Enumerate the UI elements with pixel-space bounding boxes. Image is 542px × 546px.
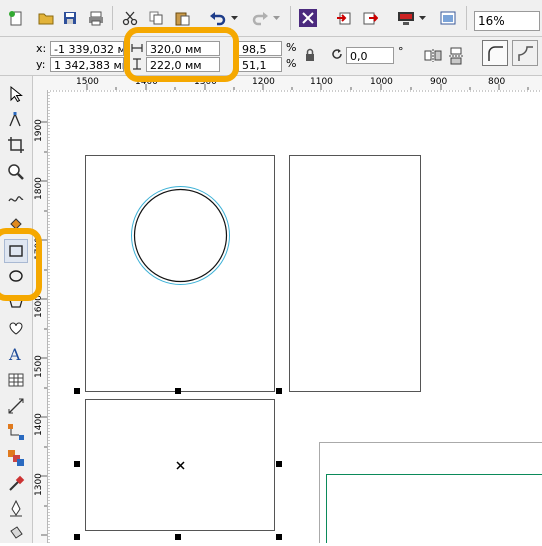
app-launcher-icon[interactable]: [438, 8, 458, 28]
pick-tool-icon[interactable]: [4, 82, 28, 106]
search-content-icon[interactable]: [298, 8, 318, 28]
horizontal-ruler-ticks: [86, 84, 529, 90]
toolbar-separator: [290, 6, 291, 30]
toolbox: A: [0, 76, 33, 543]
corner-rounding-button[interactable]: [482, 40, 508, 66]
undo-dropdown-icon[interactable]: [230, 8, 240, 28]
svg-text:A: A: [8, 345, 21, 363]
basic-shapes-tool-icon[interactable]: [4, 316, 28, 340]
table-tool-icon[interactable]: [4, 368, 28, 392]
y-label: y:: [36, 58, 46, 71]
mirror-horizontal-icon[interactable]: [424, 47, 442, 66]
drawing-canvas[interactable]: [48, 90, 542, 543]
shape-tools-highlight: [0, 228, 42, 301]
freehand-tool-icon[interactable]: [4, 186, 28, 210]
property-bar: x: -1 339,032 мм y: 1 342,383 мм 320,0 м…: [0, 37, 542, 76]
scale-height-field[interactable]: 51,1: [238, 57, 282, 72]
new-document-icon[interactable]: [6, 8, 26, 28]
y-position-field[interactable]: 1 342,383 мм: [50, 57, 124, 72]
rotation-angle-field[interactable]: 0,0: [346, 47, 394, 64]
selection-handle[interactable]: [276, 534, 282, 540]
mirror-vertical-icon[interactable]: [448, 47, 464, 68]
vertical-ruler[interactable]: 1900 1800 1700 1600 1500 1400 1300: [33, 90, 48, 543]
x-position-field[interactable]: -1 339,032 мм: [50, 41, 124, 56]
size-fields-highlight: [124, 27, 239, 82]
toolbar-separator: [466, 6, 467, 30]
vertical-ruler-ticks: [41, 121, 47, 536]
selection-handle[interactable]: [74, 461, 80, 467]
toolbar-separator: [112, 6, 113, 30]
standard-toolbar: 16%: [0, 0, 542, 37]
selected-rectangle-shape[interactable]: [85, 399, 275, 531]
publish-to-pdf-icon[interactable]: [396, 8, 416, 28]
connector-tool-icon[interactable]: [4, 420, 28, 444]
page-bleed-guide: [326, 474, 542, 543]
redo-dropdown-icon[interactable]: [272, 8, 282, 28]
shape-tool-icon[interactable]: [4, 108, 28, 132]
paste-icon[interactable]: [172, 8, 192, 28]
dimension-tool-icon[interactable]: [4, 394, 28, 418]
publish-dropdown-icon[interactable]: [418, 8, 428, 28]
rectangle-shape[interactable]: [289, 155, 421, 392]
zoom-level-combo[interactable]: 16%: [474, 11, 540, 31]
corner-scallop-button[interactable]: [512, 40, 538, 66]
eyedropper-tool-icon[interactable]: [4, 472, 28, 496]
selection-center-marker: [176, 461, 185, 470]
cut-icon[interactable]: [120, 8, 140, 28]
import-icon[interactable]: [334, 8, 354, 28]
fill-tool-icon[interactable]: [4, 522, 28, 546]
selection-handle[interactable]: [276, 388, 282, 394]
selection-handle[interactable]: [276, 461, 282, 467]
selection-handle[interactable]: [74, 388, 80, 394]
percent-label: %: [286, 41, 297, 54]
zoom-tool-icon[interactable]: [4, 160, 28, 184]
selection-handle[interactable]: [74, 534, 80, 540]
scale-width-field[interactable]: 98,5: [238, 41, 282, 56]
blend-tool-icon[interactable]: [4, 446, 28, 470]
crop-tool-icon[interactable]: [4, 133, 28, 157]
degree-label: °: [398, 45, 404, 58]
circle-shape[interactable]: [130, 185, 231, 286]
copy-icon[interactable]: [146, 8, 166, 28]
open-folder-icon[interactable]: [36, 8, 56, 28]
rectangle-shape[interactable]: [85, 155, 275, 392]
outline-pen-tool-icon[interactable]: [4, 496, 28, 520]
redo-icon[interactable]: [250, 8, 270, 28]
horizontal-ruler[interactable]: 1500 1400 1300 1200 1100 1000 900 800: [48, 76, 542, 91]
lock-ratio-icon[interactable]: [304, 48, 316, 65]
selection-handle[interactable]: [175, 388, 181, 394]
rotate-icon: [330, 47, 344, 64]
x-label: x:: [36, 42, 47, 55]
export-icon[interactable]: [360, 8, 380, 28]
text-tool-icon[interactable]: A: [4, 342, 28, 366]
ruler-origin[interactable]: [33, 76, 48, 90]
percent-label: %: [286, 57, 297, 70]
selection-handle[interactable]: [175, 534, 181, 540]
undo-icon[interactable]: [208, 8, 228, 28]
save-icon[interactable]: [60, 8, 80, 28]
print-icon[interactable]: [86, 8, 106, 28]
